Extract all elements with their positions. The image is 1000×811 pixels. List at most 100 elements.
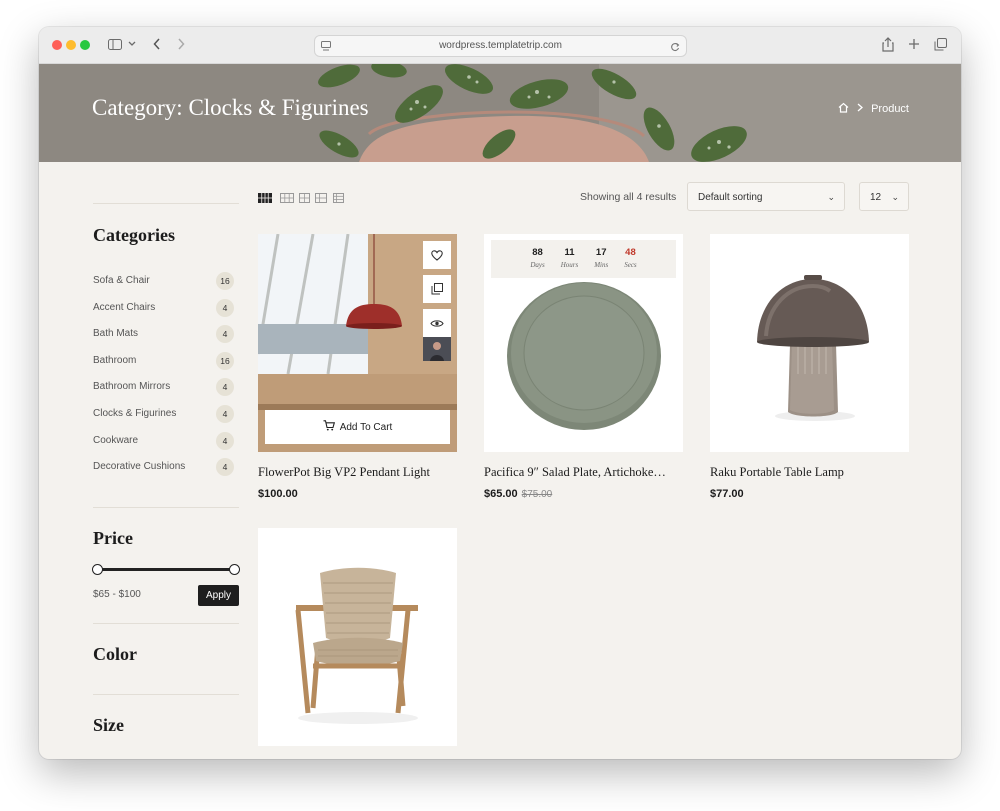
sale-countdown: 88 Days 11 Hours 17 Mins 48 Secs: [491, 240, 676, 278]
page-title: Category: Clocks & Figurines: [92, 95, 369, 120]
grid-4-view-icon[interactable]: [258, 193, 272, 203]
cart-icon: [323, 420, 335, 434]
category-item[interactable]: Accent Chairs 4: [93, 295, 239, 322]
detailed-list-view-icon[interactable]: [333, 193, 344, 203]
add-to-cart-label: Add To Cart: [339, 421, 393, 433]
category-count-badge: 16: [216, 351, 234, 370]
product-card[interactable]: 88 Days 11 Hours 17 Mins 48 Secs Pacific…: [484, 234, 683, 504]
category-count-badge: 4: [216, 404, 234, 423]
tab-overview-icon[interactable]: [933, 35, 947, 53]
product-image[interactable]: [258, 528, 457, 746]
product-name[interactable]: FlowerPot Big VP2 Pendant Light: [258, 465, 457, 480]
breadcrumb: Product: [838, 102, 909, 116]
product-name[interactable]: Raku Portable Table Lamp: [710, 465, 909, 480]
results-count: Showing all 4 results: [580, 191, 677, 203]
minimize-window-button[interactable]: [66, 40, 76, 50]
countdown-secs: 48 Secs: [624, 240, 636, 278]
chevron-right-icon: [857, 103, 864, 115]
category-label: Cookware: [93, 434, 139, 446]
price-range-text: $65 - $100: [93, 589, 141, 600]
category-count-badge: 16: [216, 272, 234, 290]
new-tab-icon[interactable]: [907, 35, 921, 53]
url-text: wordpress.templatetrip.com: [439, 40, 562, 51]
category-list: Sofa & Chair 16 Accent Chairs 4 Bath Mats 4…: [93, 268, 239, 481]
countdown-mins-label: Mins: [594, 261, 609, 269]
back-arrow-icon[interactable]: [151, 35, 163, 53]
sidebar-toggle-icon[interactable]: [107, 35, 123, 53]
countdown-hours: 11 Hours: [561, 240, 579, 278]
compare-icon[interactable]: [423, 275, 451, 303]
price-slider-max-handle[interactable]: [229, 564, 240, 575]
grid-2-view-icon[interactable]: [299, 193, 310, 203]
product-image[interactable]: [710, 234, 909, 452]
wishlist-heart-icon[interactable]: [423, 241, 451, 269]
current-price: $100.00: [258, 488, 298, 500]
home-icon[interactable]: [838, 102, 849, 116]
share-icon[interactable]: [881, 35, 895, 53]
category-label: Bathroom Mirrors: [93, 381, 171, 393]
category-label: Accent Chairs: [93, 301, 156, 313]
countdown-mins: 17 Mins: [594, 240, 608, 278]
category-count-badge: 4: [216, 325, 234, 344]
category-item[interactable]: Bathroom Mirrors 4: [93, 374, 239, 401]
color-heading[interactable]: Color: [93, 644, 137, 665]
countdown-days-value: 88: [532, 247, 543, 258]
category-item[interactable]: Decorative Cushions 4: [93, 454, 239, 481]
per-page-select[interactable]: 12 ⌄: [859, 182, 909, 211]
per-page-value: 12: [870, 192, 882, 203]
price-slider-min-handle[interactable]: [92, 564, 103, 575]
countdown-hours-value: 11: [564, 247, 575, 258]
countdown-hours-label: Hours: [560, 261, 579, 269]
chevron-down-icon[interactable]: [127, 35, 137, 53]
reload-icon[interactable]: [670, 40, 680, 60]
old-price: $75.00: [521, 489, 553, 500]
divider: [93, 203, 239, 204]
apply-price-button[interactable]: Apply: [198, 585, 239, 606]
current-price: $77.00: [710, 488, 744, 500]
product-price: $100.00: [258, 488, 298, 500]
category-count-badge: 4: [216, 458, 234, 477]
countdown-secs-value: 48: [625, 247, 636, 258]
category-item[interactable]: Sofa & Chair 16: [93, 268, 239, 295]
size-heading[interactable]: Size: [93, 715, 124, 736]
category-label: Sofa & Chair: [93, 275, 150, 286]
forward-arrow-icon[interactable]: [175, 35, 187, 53]
countdown-days: 88 Days: [530, 240, 544, 278]
add-to-cart-button[interactable]: Add To Cart: [265, 410, 450, 444]
product-name[interactable]: Pacifica 9″ Salad Plate, Artichoke…: [484, 465, 683, 480]
chevron-down-icon: ⌄: [891, 192, 899, 202]
category-item[interactable]: Bathroom 16: [93, 348, 239, 375]
product-card[interactable]: [258, 528, 457, 746]
sorting-select[interactable]: Default sorting ⌄: [687, 182, 845, 211]
chevron-down-icon: ⌄: [827, 192, 835, 202]
category-item[interactable]: Clocks & Figurines 4: [93, 401, 239, 428]
site-settings-icon[interactable]: [321, 40, 331, 60]
product-card[interactable]: Add To Cart FlowerPot Big VP2 Pendant Li…: [258, 234, 457, 504]
countdown-days-label: Days: [530, 261, 545, 269]
close-window-button[interactable]: [52, 40, 62, 50]
price-slider-track[interactable]: [97, 568, 235, 571]
divider: [93, 507, 239, 508]
sorting-value: Default sorting: [698, 192, 763, 203]
list-view-icon[interactable]: [315, 193, 327, 203]
category-item[interactable]: Bath Mats 4: [93, 321, 239, 348]
product-card[interactable]: Raku Portable Table Lamp $77.00: [710, 234, 909, 504]
current-price: $65.00: [484, 488, 518, 500]
price-heading: Price: [93, 528, 133, 548]
address-bar[interactable]: wordpress.templatetrip.com: [314, 35, 687, 57]
category-item[interactable]: Cookware 4: [93, 428, 239, 455]
category-count-badge: 4: [216, 298, 234, 317]
category-label: Clocks & Figurines: [93, 407, 177, 419]
category-count-badge: 4: [216, 431, 234, 450]
shop-sidebar: Categories Sofa & Chair 16 Accent Chairs 4…: [93, 203, 239, 481]
category-label: Decorative Cushions: [93, 461, 186, 473]
video-thumbnail[interactable]: [423, 337, 451, 361]
product-price: $65.00 $75.00: [484, 488, 552, 500]
countdown-secs-label: Secs: [624, 261, 637, 269]
product-price: $77.00: [710, 488, 744, 500]
category-label: Bath Mats: [93, 328, 139, 340]
zoom-window-button[interactable]: [80, 40, 90, 50]
grid-3-view-icon[interactable]: [280, 193, 294, 203]
quick-view-eye-icon[interactable]: [423, 309, 451, 337]
browser-toolbar: wordpress.templatetrip.com: [39, 27, 961, 64]
